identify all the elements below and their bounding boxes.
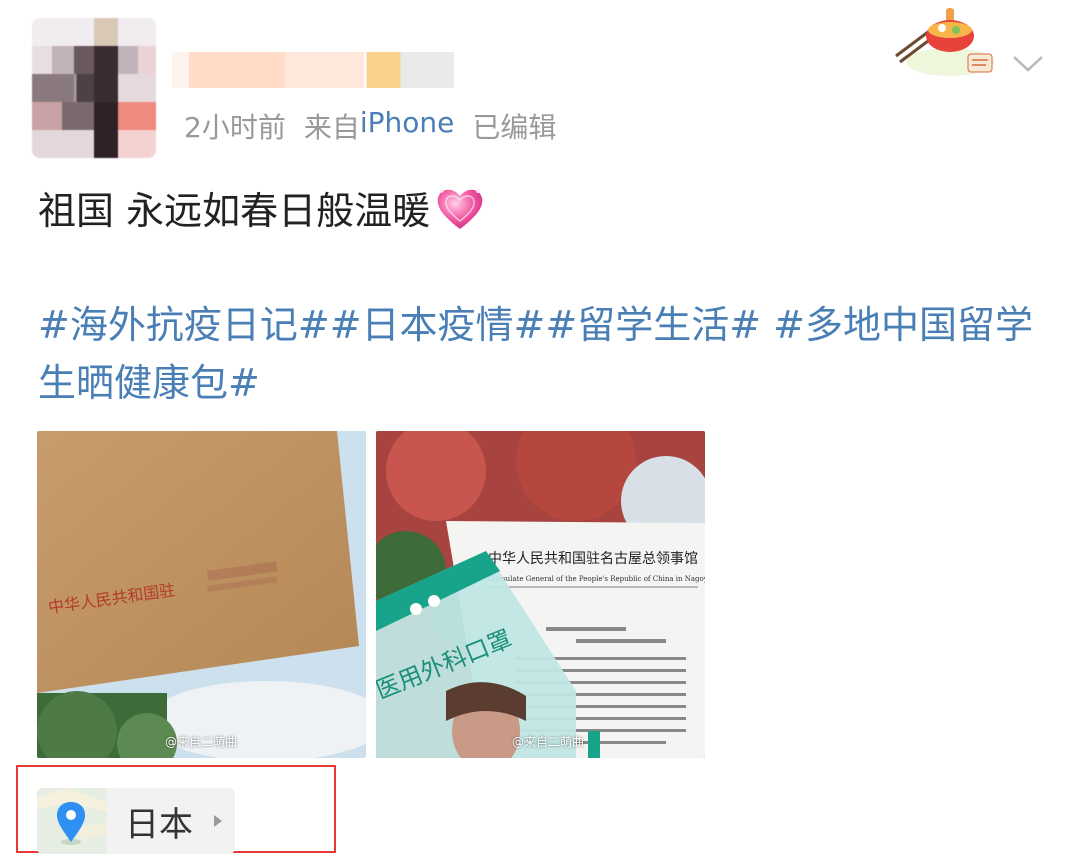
weibo-post: 2小时前 来自 iPhone 已编辑 祖国 永远如春日般温暖 #海外抗疫日记##…	[0, 0, 1080, 865]
source-link[interactable]: iPhone	[360, 106, 455, 146]
hashtags: #海外抗疫日记##日本疫情##留学生活# #多地中国留学生晒健康包#	[38, 296, 1048, 412]
photo-watermark: @来自二萌曲	[165, 735, 238, 749]
post-time: 2小时前	[184, 111, 286, 144]
letter-title: 中华人民共和国驻名古屋总领事馆	[488, 551, 698, 567]
photo-envelope-art: 中华人民共和国驻	[37, 431, 366, 758]
post-source: 来自 iPhone	[304, 106, 455, 146]
post-text: 祖国 永远如春日般温暖	[38, 180, 486, 235]
hashtag-link[interactable]: #海外抗疫日记#	[38, 303, 330, 347]
edited-label[interactable]: 已编辑	[472, 106, 556, 146]
hotpot-badge-icon[interactable]	[888, 6, 998, 82]
map-thumbnail	[37, 788, 107, 854]
caret-right-icon	[214, 815, 222, 827]
post-photo[interactable]: 中华人民共和国驻名古屋总领事馆 Consulate General of the…	[376, 431, 705, 758]
post-meta: 2小时前 来自 iPhone 已编辑	[184, 106, 556, 146]
map-pin-icon	[37, 788, 107, 854]
hashtag-link[interactable]: #日本疫情#	[330, 303, 546, 347]
sparkling-heart-icon	[437, 188, 483, 229]
post-photo[interactable]: 中华人民共和国驻 @来自二萌曲	[37, 431, 366, 758]
letter-subtitle: Consulate General of the People's Republ…	[488, 575, 705, 583]
source-prefix: 来自	[303, 111, 360, 144]
photo-letter-art: 中华人民共和国驻名古屋总领事馆 Consulate General of the…	[376, 431, 705, 758]
location-label: 日本	[125, 804, 193, 845]
hashtag-link[interactable]: #留学生活#	[545, 303, 761, 347]
chevron-down-icon[interactable]	[1008, 44, 1048, 84]
post-text-content: 祖国 永远如春日般温暖	[38, 189, 431, 233]
username[interactable]	[172, 52, 454, 88]
avatar[interactable]	[32, 18, 156, 158]
photo-watermark: @来自二萌曲	[512, 735, 585, 749]
location-tag[interactable]: 日本	[37, 788, 235, 854]
